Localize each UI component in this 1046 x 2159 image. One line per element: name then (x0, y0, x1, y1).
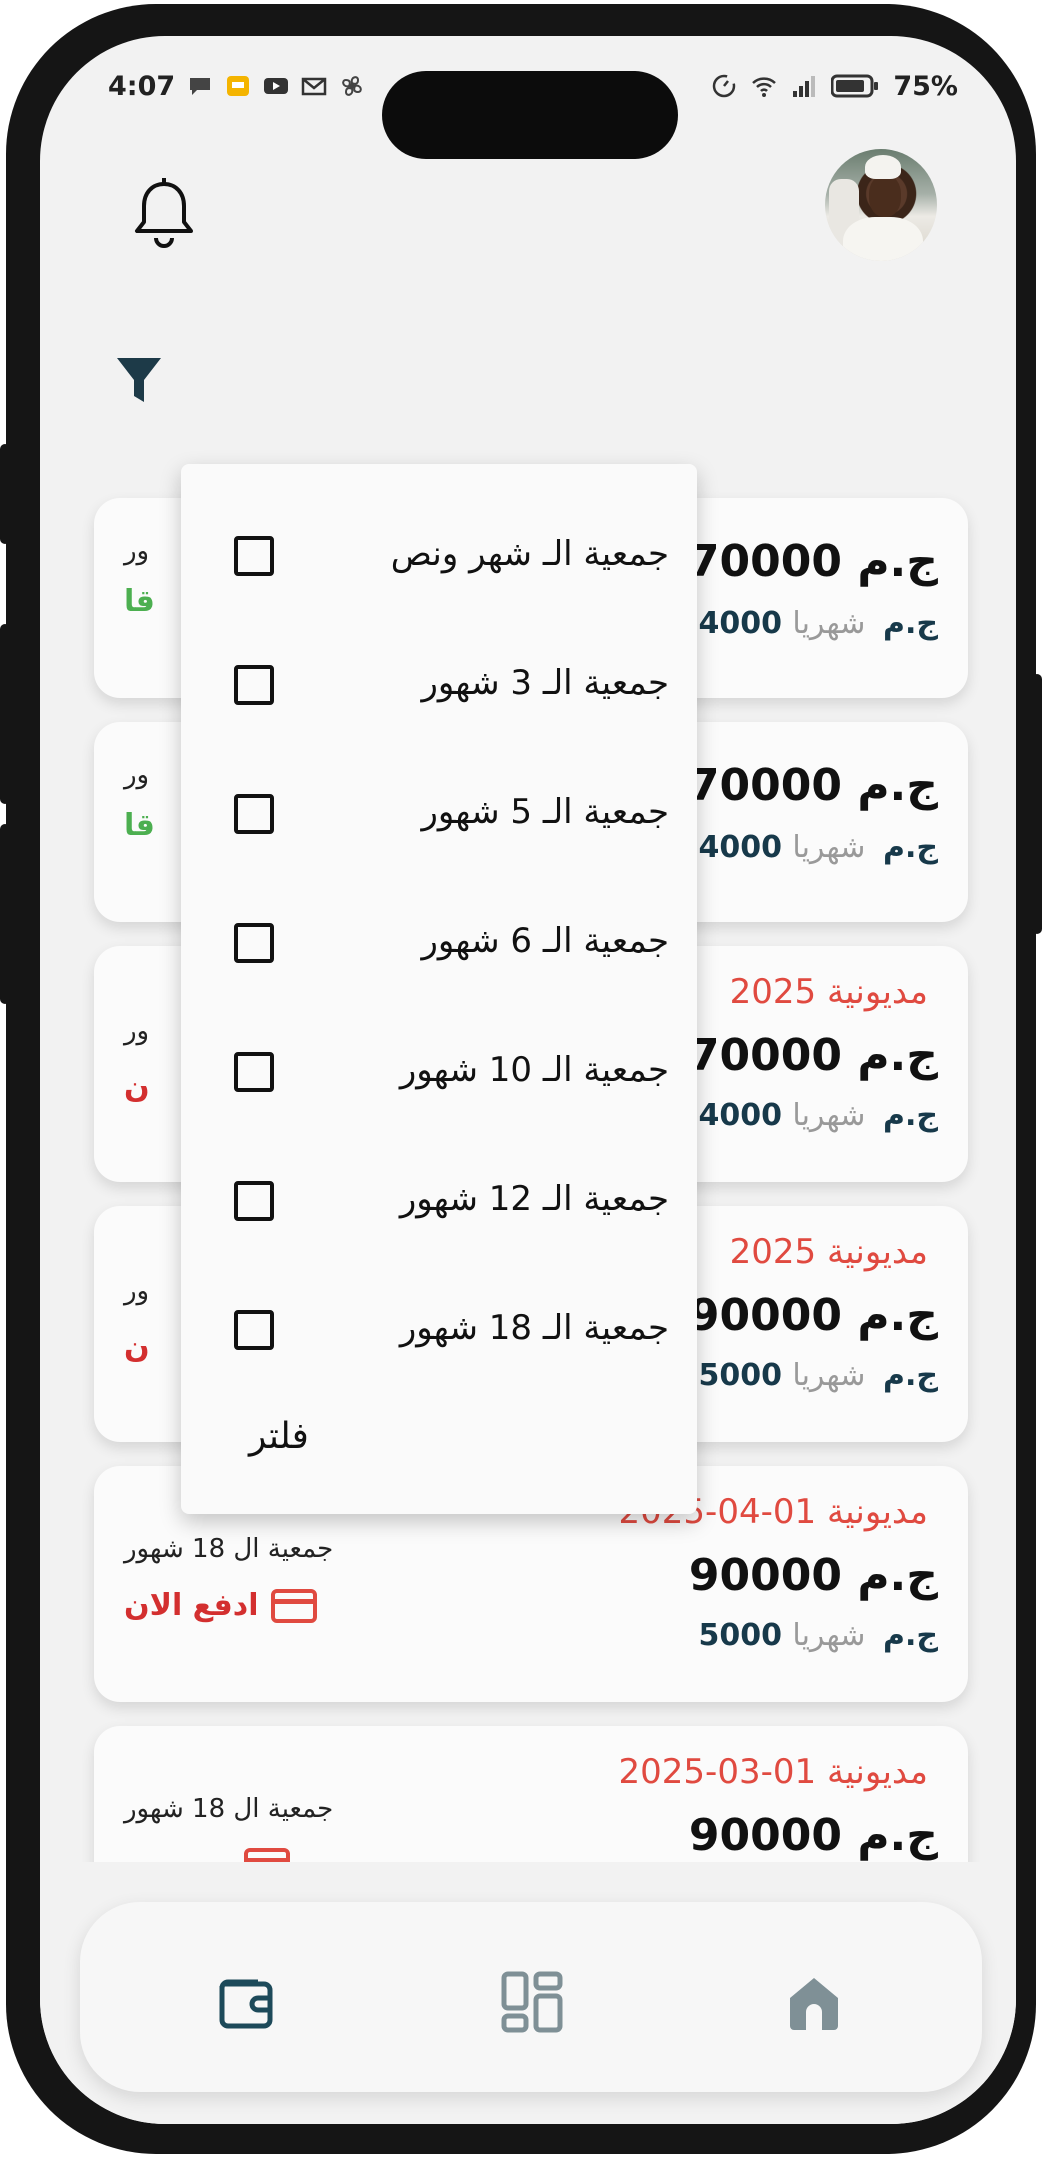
card-action[interactable]: قا (124, 584, 155, 619)
card-action-label: ن (124, 1330, 150, 1365)
app-screen: 4:07 75% 70000 ج.م 14000 ج.م شهريا ور قا… (40, 36, 1016, 2124)
filter-option-label: جمعية الـ 10 شهور (399, 1050, 669, 1090)
filter-checkbox[interactable] (234, 794, 274, 834)
card-action-label: ن (124, 1070, 150, 1105)
credit-card-icon (270, 1588, 317, 1623)
dashboard-icon[interactable] (500, 1970, 564, 2034)
signal-icon (793, 76, 816, 97)
filter-option[interactable]: جمعية الـ شهر ونص (181, 516, 697, 596)
filter-option[interactable]: جمعية الـ 5 شهور (181, 774, 697, 854)
filter-option-label: جمعية الـ 18 شهور (399, 1308, 669, 1348)
filter-option[interactable]: جمعية الـ 6 شهور (181, 903, 697, 983)
filter-option[interactable]: جمعية الـ 18 شهور (181, 1290, 697, 1370)
card-amount: 90000 ج.م (688, 1550, 938, 1601)
card-group: ور (124, 1016, 150, 1046)
card-amount: 70000 ج.م (688, 760, 938, 811)
card-group: جمعية ال 18 شهور (124, 1794, 334, 1824)
card-group: ور (124, 536, 150, 566)
card-status: مديونية 01-03-2025 (618, 1752, 928, 1792)
card-amount: 70000 ج.م (688, 1030, 938, 1081)
card-monthly: 14000 ج.م شهريا (678, 830, 938, 865)
card-action[interactable]: قا (124, 808, 155, 843)
pay-now-button[interactable]: ادفع الان (124, 1588, 317, 1623)
card-monthly: 5000 ج.م شهريا (698, 1358, 938, 1393)
home-icon[interactable] (782, 1970, 846, 2034)
card-action[interactable]: ن (124, 1330, 150, 1365)
filter-checkbox[interactable] (234, 1052, 274, 1092)
apply-filter-button[interactable]: فلتر (249, 1416, 309, 1457)
notification-app-icon (227, 76, 250, 96)
filter-checkbox[interactable] (234, 923, 274, 963)
card-amount: 90000 ج.م (688, 1810, 938, 1861)
fan-icon (342, 76, 362, 96)
gmail-icon (301, 77, 327, 96)
side-button (0, 824, 10, 1004)
card-action-label: قا (124, 584, 155, 619)
filter-option-label: جمعية الـ 12 شهور (399, 1179, 669, 1219)
card-group: جمعية ال 18 شهور (124, 1534, 334, 1564)
battery-percent: 75% (893, 70, 958, 102)
card-monthly: 14000 ج.م شهريا (678, 606, 938, 641)
phone-frame: 4:07 75% 70000 ج.م 14000 ج.م شهريا ور قا… (0, 4, 1042, 2154)
filter-checkbox[interactable] (234, 536, 274, 576)
card-monthly: 14000 ج.م شهريا (678, 1098, 938, 1133)
status-time: 4:07 (108, 70, 176, 102)
filter-checkbox[interactable] (234, 665, 274, 705)
card-group: ور (124, 760, 150, 790)
filter-option-label: جمعية الـ شهر ونص (390, 534, 669, 574)
card-action[interactable]: ن (124, 1070, 150, 1105)
filter-option[interactable]: جمعية الـ 12 شهور (181, 1161, 697, 1241)
monthly-period: شهريا (792, 1098, 866, 1133)
card-amount: 70000 ج.م (688, 536, 938, 587)
card-action-label: قا (124, 808, 155, 843)
wifi-icon (752, 77, 777, 97)
user-avatar[interactable] (825, 149, 937, 261)
battery-icon (831, 74, 879, 98)
wallet-icon[interactable] (216, 1970, 280, 2034)
filter-dropdown: جمعية الـ شهر ونص جمعية الـ 3 شهور جمعية… (181, 464, 697, 1514)
data-saver-icon (713, 74, 736, 98)
filter-option-label: جمعية الـ 6 شهور (421, 921, 669, 961)
side-button (0, 444, 10, 544)
youtube-icon (264, 78, 289, 94)
filter-option[interactable]: جمعية الـ 10 شهور (181, 1032, 697, 1112)
side-button (1032, 674, 1042, 934)
filter-option-label: جمعية الـ 5 شهور (421, 792, 669, 832)
filter-checkbox[interactable] (234, 1310, 274, 1350)
card-monthly: 5000 ج.م شهريا (698, 1618, 938, 1653)
monthly-period: شهريا (792, 606, 866, 641)
bell-icon[interactable] (132, 176, 196, 256)
card-amount: 90000 ج.م (688, 1290, 938, 1341)
filter-icon[interactable] (114, 354, 164, 406)
monthly-period: شهريا (792, 830, 866, 865)
filter-checkbox[interactable] (234, 1181, 274, 1221)
card-status: مديونية 2025 (729, 1232, 928, 1272)
monthly-period: شهريا (792, 1618, 866, 1653)
bottom-nav (80, 1902, 982, 2092)
card-status: مديونية 2025 (729, 972, 928, 1012)
status-bar-left: 4:07 (108, 66, 365, 106)
chat-icon (190, 78, 211, 95)
pay-now-label: ادفع الان (124, 1588, 259, 1623)
status-bar-right: 75% (711, 66, 958, 106)
dynamic-island (382, 71, 678, 159)
filter-option[interactable]: جمعية الـ 3 شهور (181, 645, 697, 725)
filter-option-label: جمعية الـ 3 شهور (421, 663, 669, 703)
side-button (0, 624, 10, 804)
card-group: ور (124, 1276, 150, 1306)
monthly-period: شهريا (792, 1358, 866, 1393)
